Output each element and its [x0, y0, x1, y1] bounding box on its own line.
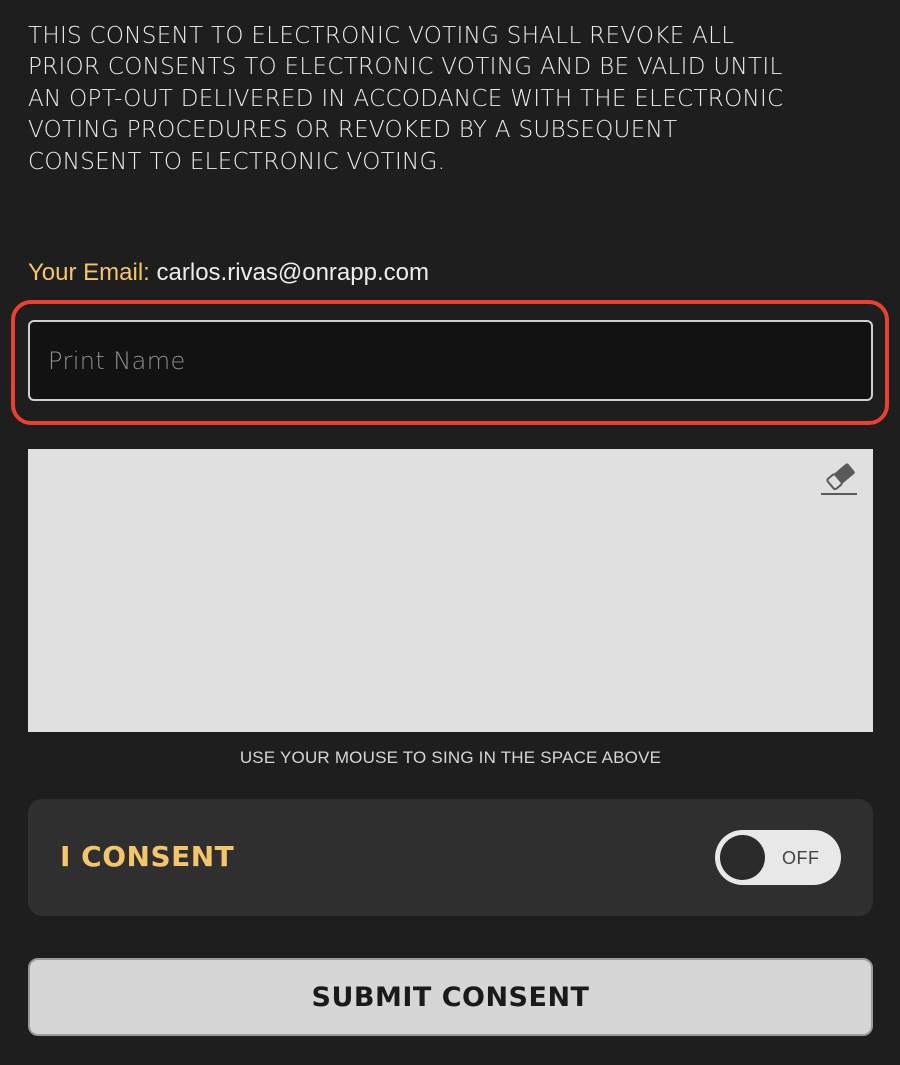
- consent-card: I CONSENT OFF: [28, 799, 873, 916]
- email-label: Your Email:: [28, 259, 150, 286]
- toggle-state-label: OFF: [782, 848, 820, 868]
- signature-hint: USE YOUR MOUSE TO SING IN THE SPACE ABOV…: [239, 748, 662, 767]
- email-line: Your Email: carlos.rivas@onrapp.com: [28, 257, 429, 289]
- submit-consent-button[interactable]: SUBMIT CONSENT: [28, 958, 873, 1036]
- consent-label: I CONSENT: [60, 840, 235, 873]
- print-name-input[interactable]: [28, 320, 873, 401]
- consent-disclaimer-text: THIS CONSENT TO ELECTRONIC VOTING SHALL …: [28, 23, 784, 175]
- consent-toggle[interactable]: OFF: [715, 830, 841, 885]
- email-value: carlos.rivas@onrapp.com: [156, 259, 429, 286]
- toggle-knob: [720, 835, 765, 880]
- eraser-icon[interactable]: [819, 457, 863, 497]
- signature-pad[interactable]: [28, 449, 873, 732]
